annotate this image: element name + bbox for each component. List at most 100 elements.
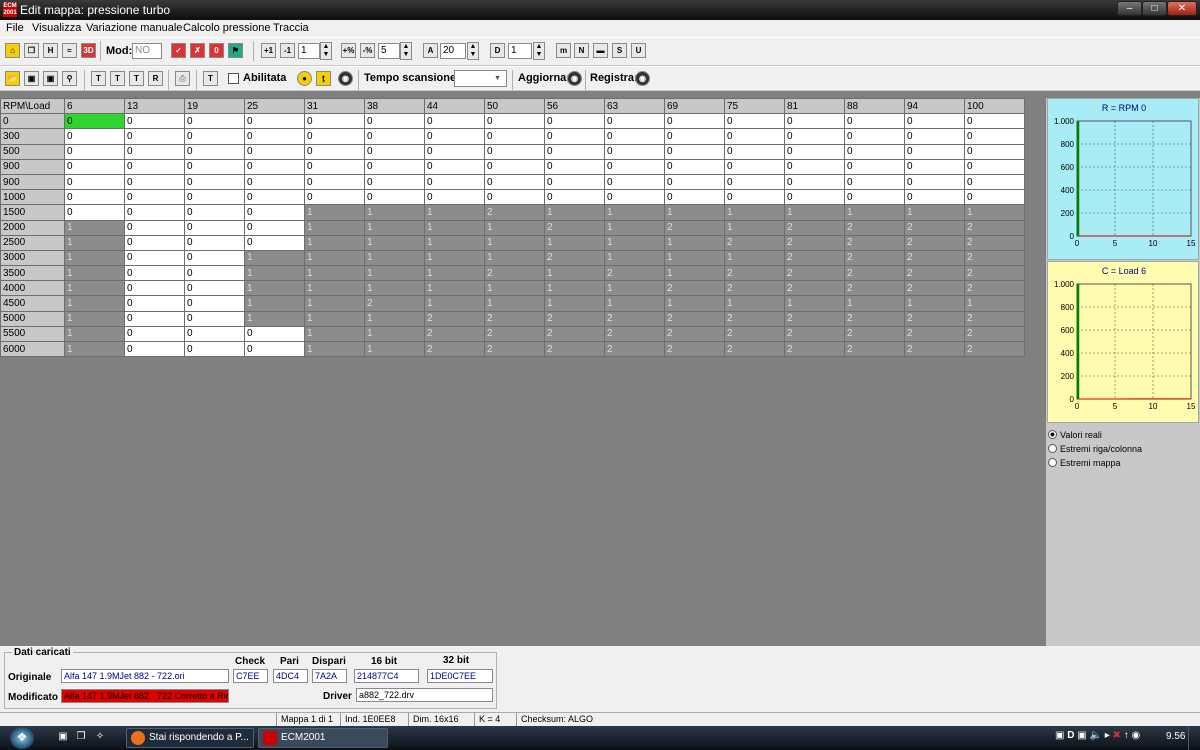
map-cell[interactable]: 0 <box>424 143 485 160</box>
16bit-field[interactable]: 214877C4 <box>354 669 419 683</box>
map-cell[interactable]: 1 <box>484 234 545 251</box>
map-cell[interactable]: 0 <box>364 173 425 191</box>
map-cell[interactable]: 0 <box>604 143 665 160</box>
map-cell[interactable]: 2 <box>544 219 605 236</box>
map-cell[interactable]: 2 <box>544 340 605 358</box>
map-cell[interactable]: 2 <box>784 340 845 358</box>
map-cell[interactable]: 0 <box>724 128 785 145</box>
map-cell[interactable]: 0 <box>184 113 245 130</box>
map-cell[interactable]: 2 <box>784 219 845 236</box>
modificato-field[interactable]: Alfa 147 1.9MJet 882 - 722 Corretto a Ri… <box>61 689 229 703</box>
abilitata-checkbox[interactable] <box>228 73 239 84</box>
map-cell[interactable]: 0 <box>244 234 305 251</box>
map-cell[interactable]: 0 <box>724 113 785 130</box>
map-cell[interactable]: 0 <box>544 189 605 206</box>
map-cell[interactable]: 1 <box>484 295 545 312</box>
task-browser[interactable]: Stai rispondendo a P... <box>126 728 254 748</box>
trace-record-icon[interactable]: ● <box>297 71 312 86</box>
map-cell[interactable]: 1 <box>364 280 425 297</box>
map-cell[interactable]: 2 <box>544 310 605 327</box>
map-cell[interactable]: 0 <box>64 143 125 160</box>
map-cell[interactable]: 2 <box>844 234 905 251</box>
network-icon[interactable]: ▸ <box>1105 730 1110 741</box>
radio-estremi-riga-colonna[interactable]: Estremi riga/colonna <box>1048 444 1142 454</box>
preview-icon[interactable]: ⚲ <box>62 71 77 86</box>
print-icon[interactable]: ⎙ <box>175 71 190 86</box>
map-cell[interactable]: 2 <box>664 340 725 358</box>
flag-icon[interactable]: ⚑ <box>228 43 243 58</box>
map-cell[interactable]: 2 <box>784 265 845 282</box>
load-column-header[interactable]: 50 <box>484 97 545 115</box>
map-cell[interactable]: 1 <box>304 234 365 251</box>
map-cell[interactable]: 0 <box>484 173 545 191</box>
map-cell[interactable]: 1 <box>484 280 545 297</box>
map-cell[interactable]: 2 <box>964 265 1025 282</box>
map-cell[interactable]: 0 <box>964 173 1025 191</box>
map-cell[interactable]: 1 <box>724 204 785 221</box>
map-cell[interactable]: 0 <box>304 128 365 145</box>
step-field-2[interactable]: 5 <box>378 43 400 59</box>
map-cell[interactable]: 1 <box>484 219 545 236</box>
map-cell[interactable]: 0 <box>184 189 245 206</box>
map-cell[interactable]: 1 <box>304 280 365 297</box>
rpm-row-header[interactable]: 300 <box>0 128 65 145</box>
step-field-1[interactable]: 1 <box>298 43 320 59</box>
map-cell[interactable]: 0 <box>964 158 1025 175</box>
map-cell[interactable]: 0 <box>184 295 245 312</box>
map-cell[interactable]: 1 <box>424 249 485 267</box>
tray-icon-1[interactable]: ▣ <box>1055 730 1064 741</box>
trace-t-icon[interactable]: T <box>203 71 218 86</box>
show-desktop-button[interactable] <box>1188 726 1200 750</box>
map-cell[interactable]: 1 <box>364 265 425 282</box>
map-cell[interactable]: 1 <box>544 280 605 297</box>
map-cell[interactable]: 1 <box>664 295 725 312</box>
map-cell[interactable]: 1 <box>364 234 425 251</box>
map-cell[interactable]: 0 <box>424 128 485 145</box>
map-cell[interactable]: 1 <box>304 204 365 221</box>
map-cell[interactable]: 2 <box>484 340 545 358</box>
map-cell[interactable]: 1 <box>304 265 365 282</box>
map-cell[interactable]: 0 <box>424 113 485 130</box>
map-cell[interactable]: 0 <box>664 173 725 191</box>
map-cell[interactable]: 2 <box>544 249 605 267</box>
map-cell[interactable]: 2 <box>784 234 845 251</box>
app-launch-icon[interactable]: ✧ <box>93 731 107 745</box>
map-cell[interactable]: 0 <box>124 234 185 251</box>
view-r-icon[interactable]: R <box>148 71 163 86</box>
map-cell[interactable]: 0 <box>364 158 425 175</box>
rpm-row-header[interactable]: 2000 <box>0 219 65 236</box>
map-cell[interactable]: 0 <box>604 189 665 206</box>
map-cell[interactable]: 0 <box>784 189 845 206</box>
map-cell[interactable]: 0 <box>784 113 845 130</box>
map-cell[interactable]: 2 <box>604 325 665 343</box>
map-cell[interactable]: 1 <box>724 249 785 267</box>
map-cell[interactable]: 2 <box>904 325 965 343</box>
map-cell[interactable]: 0 <box>724 158 785 175</box>
view-table-3-icon[interactable]: T <box>129 71 144 86</box>
map-cell[interactable]: 0 <box>484 128 545 145</box>
map-cell[interactable]: 0 <box>124 158 185 175</box>
map-cell[interactable]: 2 <box>784 325 845 343</box>
map-cell[interactable]: 2 <box>424 325 485 343</box>
map-cell[interactable]: 0 <box>124 189 185 206</box>
map-cell[interactable]: 1 <box>844 204 905 221</box>
map-cell[interactable]: 1 <box>664 265 725 282</box>
map-cell[interactable]: 0 <box>904 143 965 160</box>
rpm-row-header[interactable]: 1000 <box>0 189 65 206</box>
task-ecm2001[interactable]: ECM2001 <box>258 728 388 748</box>
map-cell[interactable]: 0 <box>604 158 665 175</box>
driver-field[interactable]: a882_722.drv <box>356 688 493 702</box>
map-cell[interactable]: 1 <box>364 204 425 221</box>
menu-variazione-manuale[interactable]: Variazione manuale <box>86 22 182 34</box>
pari-field[interactable]: 4DC4 <box>273 669 308 683</box>
map-cell[interactable]: 1 <box>784 204 845 221</box>
minimize-button[interactable]: – <box>1117 1 1142 16</box>
gauge-icon[interactable]: ◉ <box>338 71 353 86</box>
map-cell[interactable]: 0 <box>304 113 365 130</box>
save-icon[interactable]: ▣ <box>24 71 39 86</box>
n-icon[interactable]: N <box>574 43 589 58</box>
map-cell[interactable]: 2 <box>904 234 965 251</box>
map-cell[interactable]: 1 <box>244 280 305 297</box>
map-cell[interactable]: 1 <box>304 295 365 312</box>
map-cell[interactable]: 0 <box>424 173 485 191</box>
